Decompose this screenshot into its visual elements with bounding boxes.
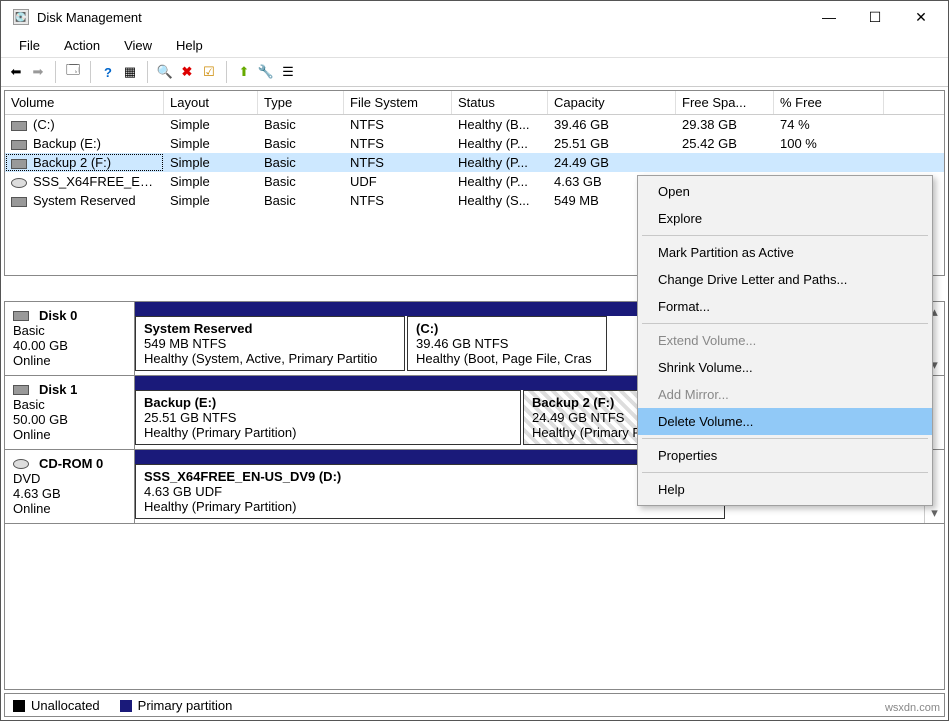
disk-management-window: 💽 Disk Management — ☐ ✕ File Action View… (0, 0, 949, 721)
toolbar: ⬅ ➡ 🗔 ? ▦ 🔍 ✖ ☑ ⬆ 🔧 ☰ (1, 57, 948, 87)
ctx-help[interactable]: Help (638, 476, 932, 503)
volume-row[interactable]: (C:)SimpleBasicNTFSHealthy (B...39.46 GB… (5, 115, 944, 134)
col-capacity[interactable]: Capacity (548, 91, 676, 114)
help-icon[interactable]: ? (99, 63, 117, 81)
menu-file[interactable]: File (9, 36, 50, 55)
menu-action[interactable]: Action (54, 36, 110, 55)
menu-view[interactable]: View (114, 36, 162, 55)
check-icon[interactable]: ☑ (200, 63, 218, 81)
column-headers: Volume Layout Type File System Status Ca… (5, 91, 944, 115)
delete-icon[interactable]: ✖ (178, 63, 196, 81)
legend: Unallocated Primary partition (4, 693, 945, 717)
up-icon[interactable]: ⬆ (235, 63, 253, 81)
ctx-delete-volume[interactable]: Delete Volume... (638, 408, 932, 435)
partition[interactable]: (C:)39.46 GB NTFSHealthy (Boot, Page Fil… (407, 316, 607, 371)
col-pct[interactable]: % Free (774, 91, 884, 114)
show-hide-icon[interactable]: 🗔 (64, 63, 82, 81)
partition[interactable]: System Reserved549 MB NTFSHealthy (Syste… (135, 316, 405, 371)
partition[interactable]: Backup (E:)25.51 GB NTFSHealthy (Primary… (135, 390, 521, 445)
ctx-properties[interactable]: Properties (638, 442, 932, 469)
scroll-down-icon[interactable]: ▾ (925, 503, 944, 523)
ctx-mirror: Add Mirror... (638, 381, 932, 408)
watermark: wsxdn.com (885, 702, 940, 714)
ctx-format[interactable]: Format... (638, 293, 932, 320)
settings-icon[interactable]: 🔧 (257, 63, 275, 81)
ctx-shrink[interactable]: Shrink Volume... (638, 354, 932, 381)
forward-icon[interactable]: ➡ (29, 63, 47, 81)
col-fs[interactable]: File System (344, 91, 452, 114)
titlebar: 💽 Disk Management — ☐ ✕ (1, 1, 948, 33)
legend-primary: Primary partition (120, 698, 233, 713)
minimize-button[interactable]: — (806, 2, 852, 32)
col-volume[interactable]: Volume (5, 91, 164, 114)
ctx-open[interactable]: Open (638, 178, 932, 205)
window-title: Disk Management (37, 10, 806, 25)
col-free[interactable]: Free Spa... (676, 91, 774, 114)
scan-icon[interactable]: 🔍 (156, 63, 174, 81)
col-layout[interactable]: Layout (164, 91, 258, 114)
menu-help[interactable]: Help (166, 36, 213, 55)
menubar: File Action View Help (1, 33, 948, 57)
ctx-mark-active[interactable]: Mark Partition as Active (638, 239, 932, 266)
list-icon[interactable]: ☰ (279, 63, 297, 81)
back-icon[interactable]: ⬅ (7, 63, 25, 81)
ctx-explore[interactable]: Explore (638, 205, 932, 232)
volume-row[interactable]: Backup 2 (F:)SimpleBasicNTFSHealthy (P..… (5, 153, 944, 172)
close-button[interactable]: ✕ (898, 2, 944, 32)
ctx-change-letter[interactable]: Change Drive Letter and Paths... (638, 266, 932, 293)
app-icon: 💽 (13, 9, 29, 25)
volume-row[interactable]: Backup (E:)SimpleBasicNTFSHealthy (P...2… (5, 134, 944, 153)
legend-unallocated: Unallocated (13, 698, 100, 713)
col-type[interactable]: Type (258, 91, 344, 114)
ctx-extend: Extend Volume... (638, 327, 932, 354)
context-menu: Open Explore Mark Partition as Active Ch… (637, 175, 933, 506)
col-status[interactable]: Status (452, 91, 548, 114)
maximize-button[interactable]: ☐ (852, 2, 898, 32)
view-top-icon[interactable]: ▦ (121, 63, 139, 81)
